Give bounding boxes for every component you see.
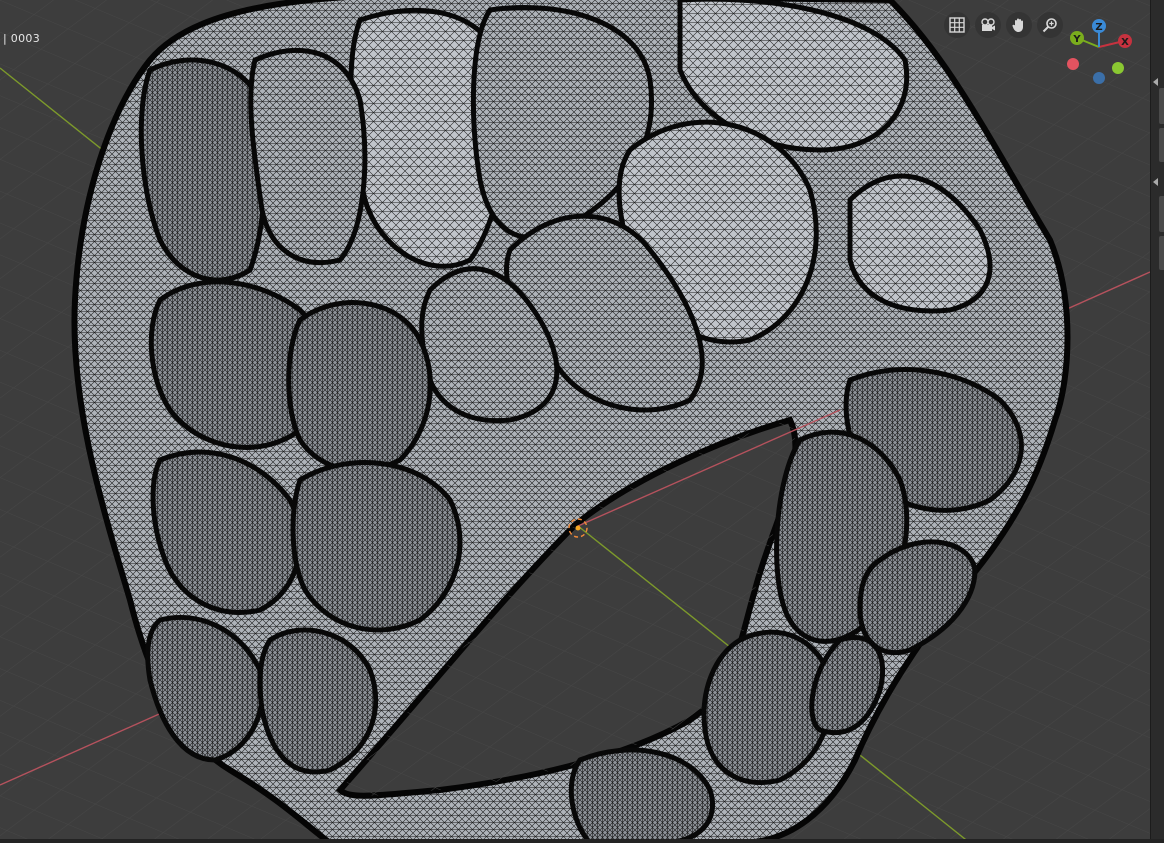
frame-label: | 0003 [3,32,40,45]
gizmo-axis-z[interactable]: Z [1092,19,1106,33]
scene-canvas[interactable] [0,0,1150,843]
collapse-arrow-icon[interactable] [1153,178,1158,186]
gizmo-axis-y[interactable]: Y [1070,31,1084,45]
bottom-border [0,839,1164,843]
toggle-grid-icon [949,17,965,33]
pan-view-button[interactable] [1006,12,1032,38]
sidebar-tab-view[interactable] [1159,196,1164,232]
zoom-icon [1042,18,1057,33]
pan-hand-icon [1012,18,1023,32]
gizmo-z-label: Z [1095,22,1102,33]
navigation-toolbar [944,12,1063,38]
navigation-gizmo[interactable]: X Y Z [1060,14,1140,94]
gizmo-y-label: Y [1072,34,1081,45]
gizmo-x-label: X [1121,37,1129,48]
gizmo-axis-neg-z[interactable] [1093,72,1105,84]
gizmo-axis-neg-x[interactable] [1067,58,1079,70]
camera-view-icon [981,18,995,31]
sidebar-tab-tool[interactable] [1159,128,1164,162]
sidebar-tab-item[interactable] [1159,88,1164,124]
3d-viewport[interactable]: | 0003 X Y Z [0,0,1150,843]
collapse-arrow-icon[interactable] [1153,78,1158,86]
gizmo-axis-neg-y[interactable] [1112,62,1124,74]
sidebar-tab-extra[interactable] [1159,236,1164,270]
toggle-grid-button[interactable] [944,12,970,38]
camera-view-button[interactable] [975,12,1001,38]
gizmo-axis-x[interactable]: X [1118,34,1132,48]
sidebar-collapsed-strip[interactable] [1150,0,1164,843]
